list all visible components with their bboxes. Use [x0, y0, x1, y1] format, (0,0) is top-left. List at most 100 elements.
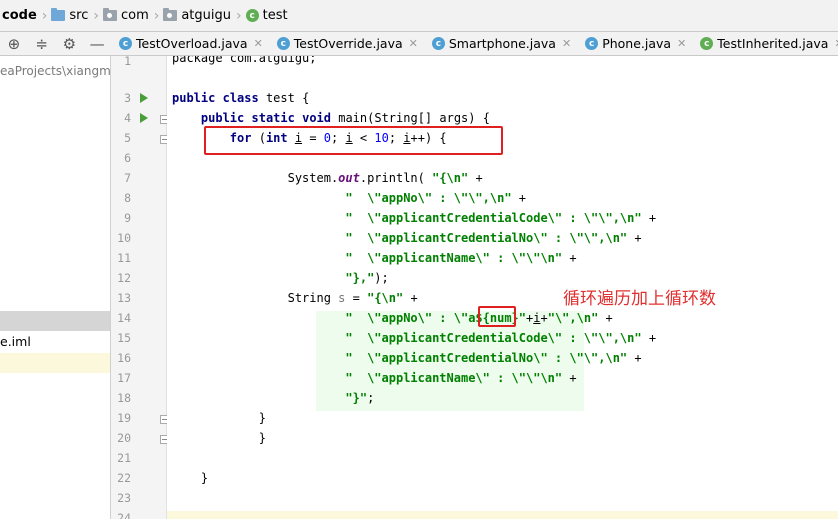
- breadcrumb-item-code[interactable]: code: [0, 0, 37, 32]
- code-text: +: [540, 311, 548, 325]
- string-literal: "{\n": [432, 171, 469, 185]
- line-number: 8: [124, 191, 131, 205]
- run-icon[interactable]: [140, 113, 148, 123]
- class-icon: c: [245, 9, 259, 22]
- code-text: +: [627, 231, 642, 245]
- code-line-11: " \"applicantName\" : \"\"\n" +: [172, 248, 577, 268]
- line-number: 16: [117, 351, 131, 365]
- line-number: 15: [117, 331, 131, 345]
- line-number: 12: [117, 271, 131, 285]
- close-icon[interactable]: ✕: [562, 37, 571, 50]
- class-icon: c: [431, 37, 445, 50]
- code-line-17: " \"applicantName\" : \"\"\n" +: [172, 368, 576, 388]
- line-number: 18: [117, 391, 131, 405]
- breadcrumb: code › src › com › atguigu › c test: [0, 0, 838, 32]
- breadcrumb-label: test: [262, 8, 288, 23]
- project-path[interactable]: eaProjects\xiangmu: [0, 64, 110, 78]
- breadcrumb-item-com[interactable]: com: [102, 0, 149, 32]
- class-icon: c: [119, 37, 132, 50]
- string-literal: " \"applicantCredentialCode\" : \"\",\n": [345, 211, 642, 225]
- line-number: 5: [124, 131, 131, 145]
- code-line-16: " \"applicantCredentialNo\" : \"\",\n" +: [172, 348, 642, 368]
- keyword: public: [172, 91, 216, 105]
- breadcrumb-separator-icon: ›: [236, 7, 242, 24]
- tab-label: Phone.java: [602, 36, 672, 51]
- class-icon: c: [585, 37, 599, 50]
- string-literal: " \"applicantName\" : \"\"\n": [345, 371, 563, 385]
- breadcrumb-item-atguigu[interactable]: atguigu: [163, 0, 231, 32]
- breadcrumb-label: src: [69, 8, 89, 23]
- class-icon: c: [700, 37, 714, 50]
- close-icon[interactable]: ✕: [677, 37, 686, 50]
- close-icon[interactable]: ✕: [834, 37, 838, 50]
- code-text: }: [200, 471, 209, 485]
- close-icon[interactable]: ✕: [409, 37, 418, 50]
- tab-testinherited[interactable]: c TestInherited.java ✕: [692, 32, 838, 55]
- code-text: }: [258, 411, 266, 425]
- class-icon: c: [276, 37, 290, 50]
- close-icon[interactable]: ✕: [254, 37, 263, 50]
- tab-phone[interactable]: c Phone.java ✕: [577, 32, 692, 55]
- run-icon[interactable]: [140, 93, 148, 103]
- breadcrumb-separator-icon: ›: [93, 7, 99, 24]
- tab-label: TestOverload.java: [136, 36, 248, 51]
- code-line-3: public class test {: [172, 88, 309, 108]
- keyword: class: [222, 91, 259, 105]
- string-literal: " \"appNo\" : \"\",\n": [345, 191, 512, 205]
- code-line-12: "},");: [172, 268, 388, 288]
- tab-label: TestOverride.java: [293, 36, 403, 51]
- breadcrumb-item-test[interactable]: c test: [245, 0, 288, 32]
- breadcrumb-item-src[interactable]: src: [51, 0, 88, 32]
- project-selected-row[interactable]: [0, 311, 110, 331]
- code-text: System.: [287, 171, 339, 185]
- tab-smartphone[interactable]: c Smartphone.java ✕: [424, 32, 577, 55]
- code-text: +: [627, 351, 642, 365]
- tab-testoverload[interactable]: c TestOverload.java ✕: [111, 32, 269, 55]
- line-number: 6: [124, 151, 131, 165]
- string-literal: " \"applicantCredentialCode\" : \"\",\n": [345, 331, 642, 345]
- code-line-13: String s = "{\n" +: [172, 288, 418, 308]
- code-line-15: " \"applicantCredentialCode\" : \"\",\n"…: [172, 328, 656, 348]
- code-text: +: [468, 171, 483, 185]
- locate-target-icon[interactable]: ⊕: [0, 35, 28, 53]
- line-number: 19: [117, 411, 131, 425]
- breadcrumb-separator-icon: ›: [153, 7, 160, 24]
- code-line-20: }: [172, 428, 266, 448]
- minimize-icon[interactable]: —: [83, 35, 111, 53]
- code-line-7: System.out.println( "{\n" +: [172, 168, 483, 188]
- breadcrumb-label: code: [2, 8, 37, 23]
- code-text: =: [345, 291, 368, 305]
- code-text: ;: [367, 391, 375, 405]
- breadcrumb-separator-icon: ›: [41, 7, 48, 24]
- keyword: public: [200, 111, 245, 125]
- line-number: 22: [117, 471, 131, 485]
- editor-gutter: 1 3 4 5 6 7 8 9 10 11 12 13 14 15 16 17 …: [111, 54, 169, 519]
- code-line-22: }: [172, 468, 208, 488]
- tab-label: Smartphone.java: [448, 36, 556, 51]
- code-line-1: package com.atguigu;: [172, 56, 317, 68]
- code-text: String: [287, 291, 339, 305]
- line-number: 14: [117, 311, 131, 325]
- collapse-all-icon[interactable]: ≑: [28, 35, 56, 53]
- tab-testoverride[interactable]: c TestOverride.java ✕: [269, 32, 424, 55]
- code-text: +: [562, 251, 577, 265]
- code-line-10: " \"applicantCredentialNo\" : \"\",\n" +: [172, 228, 642, 248]
- string-literal: " \"applicantCredentialNo\" : \"\",\n": [345, 351, 628, 365]
- line-number: 1: [124, 54, 131, 68]
- code-text: test {: [258, 91, 310, 105]
- code-line-18: "}";: [172, 388, 374, 408]
- code-line-8: " \"appNo\" : \"\",\n" +: [172, 188, 526, 208]
- gear-icon[interactable]: ⚙: [56, 35, 84, 53]
- code-text: main(String[] args) {: [331, 111, 490, 125]
- code-text: +: [403, 291, 418, 305]
- tab-label: TestInherited.java: [717, 36, 829, 51]
- string-literal: " \"applicantName\" : \"\"\n": [345, 251, 563, 265]
- line-number: 4: [124, 111, 131, 125]
- line-number: 7: [124, 171, 131, 185]
- breadcrumb-label: com: [120, 8, 149, 23]
- keyword: static: [251, 111, 295, 125]
- line-number: 24: [117, 511, 131, 519]
- code-line-14: " \"appNo\" : \"a${num}"+i+"\",\n" +: [172, 308, 612, 328]
- current-line-highlight: [167, 511, 838, 519]
- project-file-item[interactable]: e.iml: [0, 334, 31, 349]
